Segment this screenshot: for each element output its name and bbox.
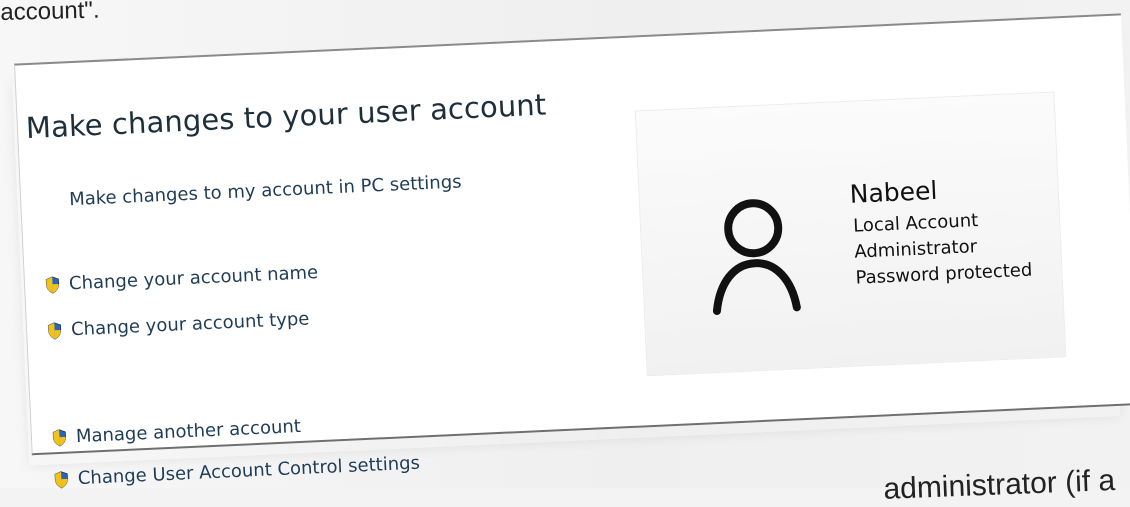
- account-name: Nabeel: [849, 175, 938, 209]
- shield-icon: [52, 428, 66, 446]
- change-account-type-link[interactable]: Change your account type: [47, 308, 310, 341]
- change-account-name-link[interactable]: Change your account name: [45, 262, 319, 295]
- shield-icon: [45, 275, 60, 294]
- user-account-panel: Make changes to your user account Make c…: [13, 13, 1130, 489]
- pc-settings-link[interactable]: Make changes to my account in PC setting…: [69, 171, 462, 210]
- panel-title: Make changes to your user account: [25, 87, 547, 146]
- user-icon: [712, 199, 801, 315]
- account-summary-card: [634, 91, 1067, 377]
- link-label: Manage another account: [75, 415, 302, 448]
- manage-another-account-link[interactable]: Manage another account: [52, 416, 302, 448]
- photographed-panel: Make changes to your user account Make c…: [5, 0, 1130, 489]
- intro-text: account".: [0, 0, 100, 26]
- link-label: Change your account type: [70, 308, 310, 341]
- shield-icon: [47, 321, 62, 340]
- shield-icon: [54, 470, 68, 488]
- link-label: Change your account name: [68, 262, 319, 295]
